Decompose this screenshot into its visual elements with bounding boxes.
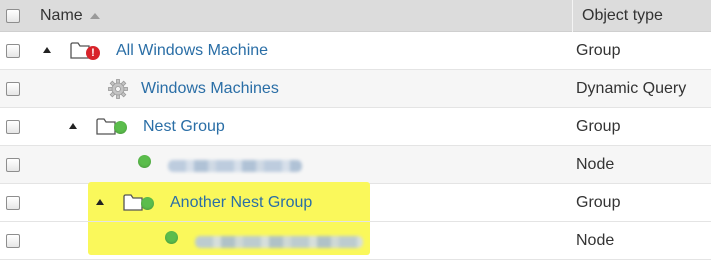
status-error-icon: ! [86, 46, 100, 60]
object-type-column-header[interactable]: Object type [582, 7, 663, 25]
object-type-value: Group [576, 194, 621, 211]
group-name-link[interactable]: All Windows Machine [116, 42, 268, 60]
row-checkbox[interactable] [6, 44, 20, 58]
table-row[interactable]: ! All Windows Machine Group [0, 32, 711, 70]
row-checkbox[interactable] [6, 158, 20, 172]
object-tree-grid: Name Object type ! All Windows Machine G… [0, 0, 711, 260]
table-row[interactable]: Node [0, 146, 711, 184]
table-row[interactable]: Nest Group Group [0, 108, 711, 146]
object-type-value: Node [576, 232, 615, 249]
collapse-arrow-icon[interactable] [96, 199, 104, 205]
status-up-icon [114, 121, 127, 134]
obscured-node-name[interactable] [168, 160, 302, 172]
status-up-icon [138, 155, 151, 168]
grid-header: Name Object type [0, 0, 711, 32]
gear-icon [108, 79, 128, 99]
row-checkbox[interactable] [6, 196, 20, 210]
row-checkbox[interactable] [6, 234, 20, 248]
object-type-value: Node [576, 156, 615, 173]
group-name-link[interactable]: Nest Group [143, 118, 225, 136]
collapse-arrow-icon[interactable] [43, 47, 51, 53]
table-row[interactable]: Windows Machines Dynamic Query [0, 70, 711, 108]
status-up-icon [141, 197, 154, 210]
object-type-value: Group [576, 42, 621, 59]
object-type-value: Group [576, 118, 621, 135]
table-row[interactable]: Another Nest Group Group [0, 184, 711, 222]
column-divider [572, 0, 573, 32]
row-checkbox[interactable] [6, 120, 20, 134]
group-name-link[interactable]: Another Nest Group [170, 194, 312, 212]
status-up-icon [165, 231, 178, 244]
collapse-arrow-icon[interactable] [69, 123, 77, 129]
table-row[interactable]: Node [0, 222, 711, 260]
object-type-value: Dynamic Query [576, 80, 687, 97]
name-column-header[interactable]: Name [40, 7, 83, 25]
sort-ascending-icon[interactable] [90, 13, 100, 19]
dynamic-query-name-link[interactable]: Windows Machines [141, 80, 279, 98]
select-all-checkbox[interactable] [6, 9, 20, 23]
obscured-node-name[interactable] [195, 236, 363, 248]
row-checkbox[interactable] [6, 82, 20, 96]
